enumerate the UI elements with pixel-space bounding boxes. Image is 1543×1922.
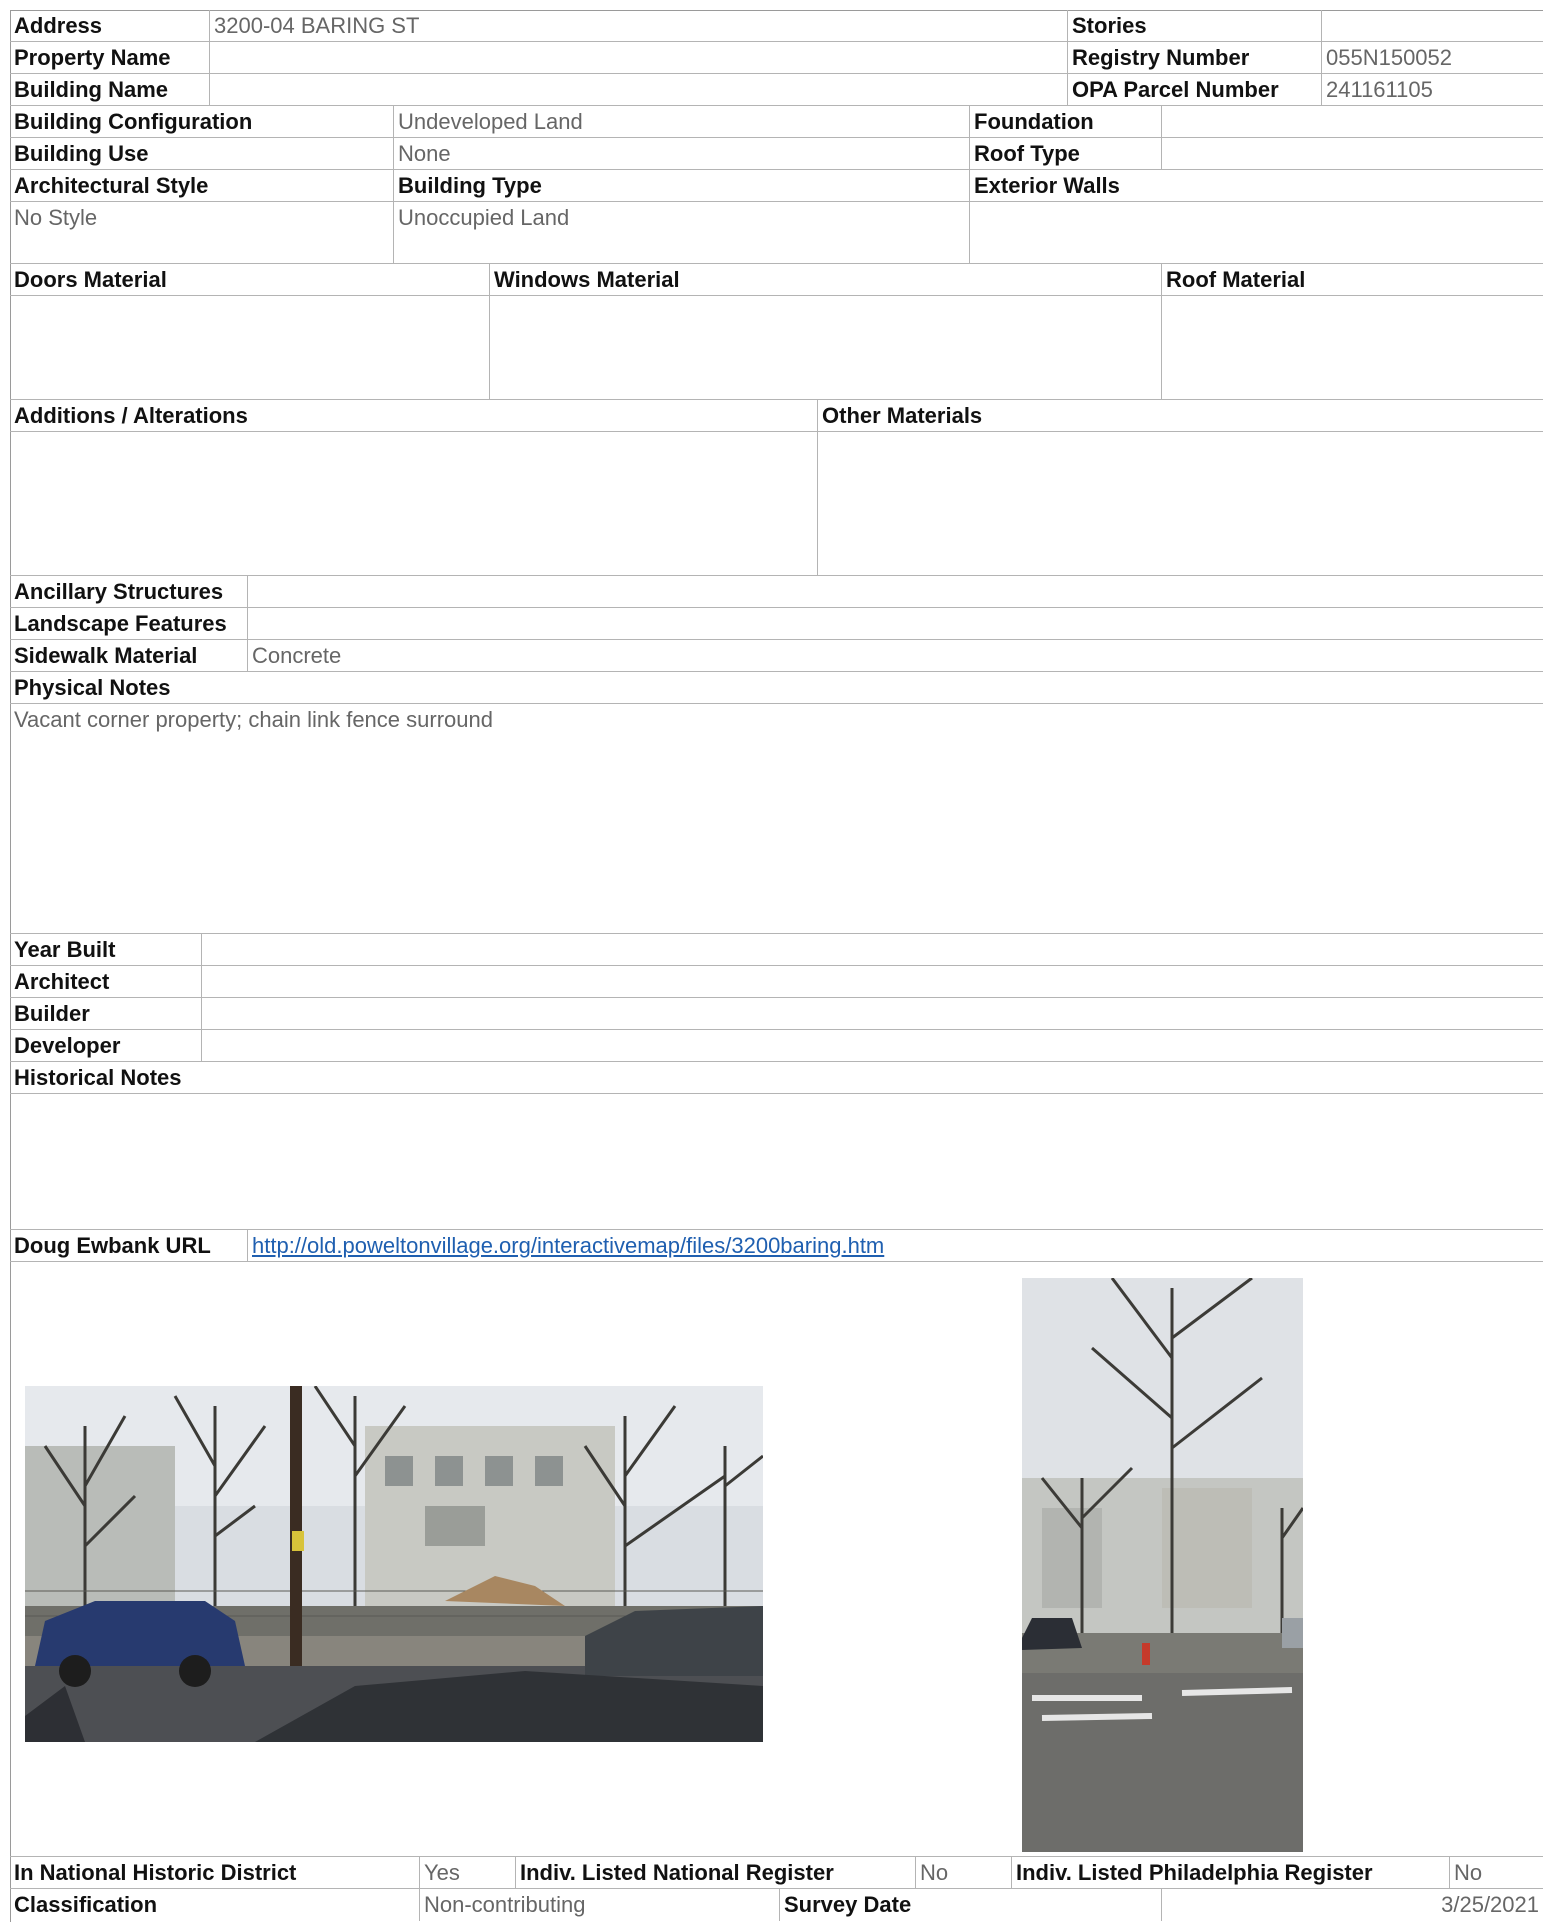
stories-label: Stories bbox=[1068, 10, 1322, 42]
windows-material-value bbox=[490, 296, 1162, 400]
building-configuration-label: Building Configuration bbox=[10, 106, 394, 138]
sidewalk-material-label: Sidewalk Material bbox=[10, 640, 248, 672]
building-configuration-value: Undeveloped Land bbox=[394, 106, 970, 138]
classification-label: Classification bbox=[10, 1889, 420, 1921]
doug-ewbank-url-label: Doug Ewbank URL bbox=[10, 1230, 248, 1262]
opa-parcel-label: OPA Parcel Number bbox=[1068, 74, 1322, 106]
landscape-features-label: Landscape Features bbox=[10, 608, 248, 640]
building-name-label: Building Name bbox=[10, 74, 210, 106]
address-label: Address bbox=[10, 10, 210, 42]
builder-label: Builder bbox=[10, 998, 202, 1030]
year-built-label: Year Built bbox=[10, 934, 202, 966]
physical-notes-value: Vacant corner property; chain link fence… bbox=[10, 704, 1543, 934]
foundation-value bbox=[1162, 106, 1543, 138]
sidewalk-material-value: Concrete bbox=[248, 640, 1543, 672]
street-photo-wide bbox=[25, 1386, 763, 1742]
building-use-label: Building Use bbox=[10, 138, 394, 170]
architectural-style-label: Architectural Style bbox=[10, 170, 394, 202]
building-type-value: Unoccupied Land bbox=[394, 202, 970, 264]
doug-ewbank-url-link[interactable]: http://old.poweltonvillage.org/interacti… bbox=[252, 1233, 884, 1258]
national-historic-district-label: In National Historic District bbox=[10, 1857, 420, 1889]
architect-value bbox=[202, 966, 1543, 998]
doors-material-label: Doors Material bbox=[10, 264, 490, 296]
exterior-walls-value bbox=[970, 202, 1543, 264]
doug-ewbank-url-cell: http://old.poweltonvillage.org/interacti… bbox=[248, 1230, 1543, 1262]
additions-alterations-value bbox=[10, 432, 818, 576]
roof-material-label: Roof Material bbox=[1162, 264, 1543, 296]
windows-material-label: Windows Material bbox=[490, 264, 1162, 296]
foundation-label: Foundation bbox=[970, 106, 1162, 138]
doors-material-value bbox=[10, 296, 490, 400]
survey-date-label: Survey Date bbox=[780, 1889, 1162, 1921]
property-name-value bbox=[210, 42, 1068, 74]
street-photo-corner bbox=[1022, 1278, 1303, 1852]
roof-material-value bbox=[1162, 296, 1543, 400]
roof-type-value bbox=[1162, 138, 1543, 170]
historical-notes-label: Historical Notes bbox=[10, 1062, 1543, 1094]
philadelphia-register-label: Indiv. Listed Philadelphia Register bbox=[1012, 1857, 1450, 1889]
builder-value bbox=[202, 998, 1543, 1030]
stories-value bbox=[1322, 10, 1543, 42]
building-name-value bbox=[210, 74, 1068, 106]
registry-number-value: 055N150052 bbox=[1322, 42, 1543, 74]
address-value: 3200-04 BARING ST bbox=[210, 10, 1068, 42]
property-name-label: Property Name bbox=[10, 42, 210, 74]
classification-value: Non-contributing bbox=[420, 1889, 780, 1921]
architectural-style-value: No Style bbox=[10, 202, 394, 264]
developer-value bbox=[202, 1030, 1543, 1062]
roof-type-label: Roof Type bbox=[970, 138, 1162, 170]
developer-label: Developer bbox=[10, 1030, 202, 1062]
architect-label: Architect bbox=[10, 966, 202, 998]
philadelphia-register-value: No bbox=[1450, 1857, 1543, 1889]
national-register-label: Indiv. Listed National Register bbox=[516, 1857, 916, 1889]
building-type-label: Building Type bbox=[394, 170, 970, 202]
exterior-walls-label: Exterior Walls bbox=[970, 170, 1543, 202]
building-use-value: None bbox=[394, 138, 970, 170]
national-register-value: No bbox=[916, 1857, 1012, 1889]
historical-notes-value bbox=[10, 1094, 1543, 1230]
landscape-features-value bbox=[248, 608, 1543, 640]
year-built-value bbox=[202, 934, 1543, 966]
physical-notes-label: Physical Notes bbox=[10, 672, 1543, 704]
other-materials-label: Other Materials bbox=[818, 400, 1543, 432]
registry-number-label: Registry Number bbox=[1068, 42, 1322, 74]
national-historic-district-value: Yes bbox=[420, 1857, 516, 1889]
additions-alterations-label: Additions / Alterations bbox=[10, 400, 818, 432]
survey-date-value: 3/25/2021 bbox=[1441, 1892, 1539, 1917]
ancillary-structures-value bbox=[248, 576, 1543, 608]
opa-parcel-value: 241161105 bbox=[1322, 74, 1543, 106]
ancillary-structures-label: Ancillary Structures bbox=[10, 576, 248, 608]
other-materials-value bbox=[818, 432, 1543, 576]
